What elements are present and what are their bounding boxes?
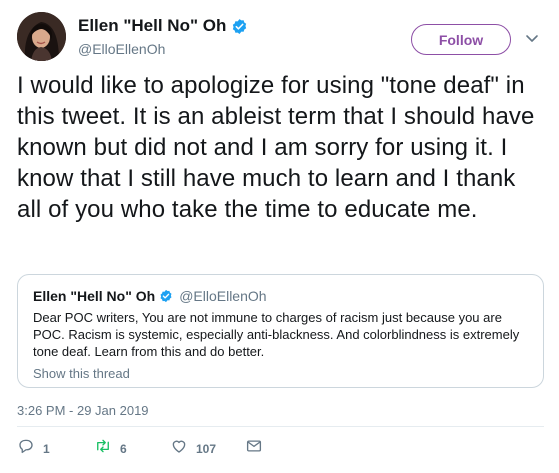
avatar[interactable] <box>17 12 66 61</box>
retweet-icon <box>94 437 112 460</box>
divider <box>17 426 544 427</box>
author-display-name[interactable]: Ellen "Hell No" Oh <box>78 16 226 36</box>
like-button[interactable]: 107 <box>170 437 216 460</box>
author-handle[interactable]: @ElloEllenOh <box>78 41 165 57</box>
quoted-tweet[interactable]: Ellen "Hell No" Oh @ElloEllenOh Dear POC… <box>17 274 544 388</box>
quoted-handle: @ElloEllenOh <box>179 288 267 304</box>
quoted-tweet-text: Dear POC writers, You are not immune to … <box>33 310 520 359</box>
message-icon <box>245 437 263 460</box>
retweet-button[interactable]: 6 <box>94 437 127 460</box>
chevron-down-icon[interactable] <box>524 30 540 46</box>
reply-button[interactable]: 1 <box>17 437 50 460</box>
quoted-display-name: Ellen "Hell No" Oh <box>33 288 156 304</box>
verified-badge-icon <box>159 289 173 303</box>
follow-button[interactable]: Follow <box>411 24 511 55</box>
quoted-tweet-header: Ellen "Hell No" Oh @ElloEllenOh <box>33 288 267 304</box>
tweet-text: I would like to apologize for using "ton… <box>17 72 535 223</box>
tweet-timestamp[interactable]: 3:26 PM - 29 Jan 2019 <box>17 403 149 418</box>
like-count: 107 <box>196 441 217 456</box>
reply-icon <box>17 437 35 460</box>
author-name-row[interactable]: Ellen "Hell No" Oh <box>78 16 248 36</box>
like-icon <box>170 437 188 460</box>
verified-badge-icon <box>231 18 248 35</box>
retweet-count: 6 <box>120 441 127 456</box>
direct-message-button[interactable] <box>245 437 263 460</box>
reply-count: 1 <box>43 441 50 456</box>
show-thread-link[interactable]: Show this thread <box>33 366 130 381</box>
